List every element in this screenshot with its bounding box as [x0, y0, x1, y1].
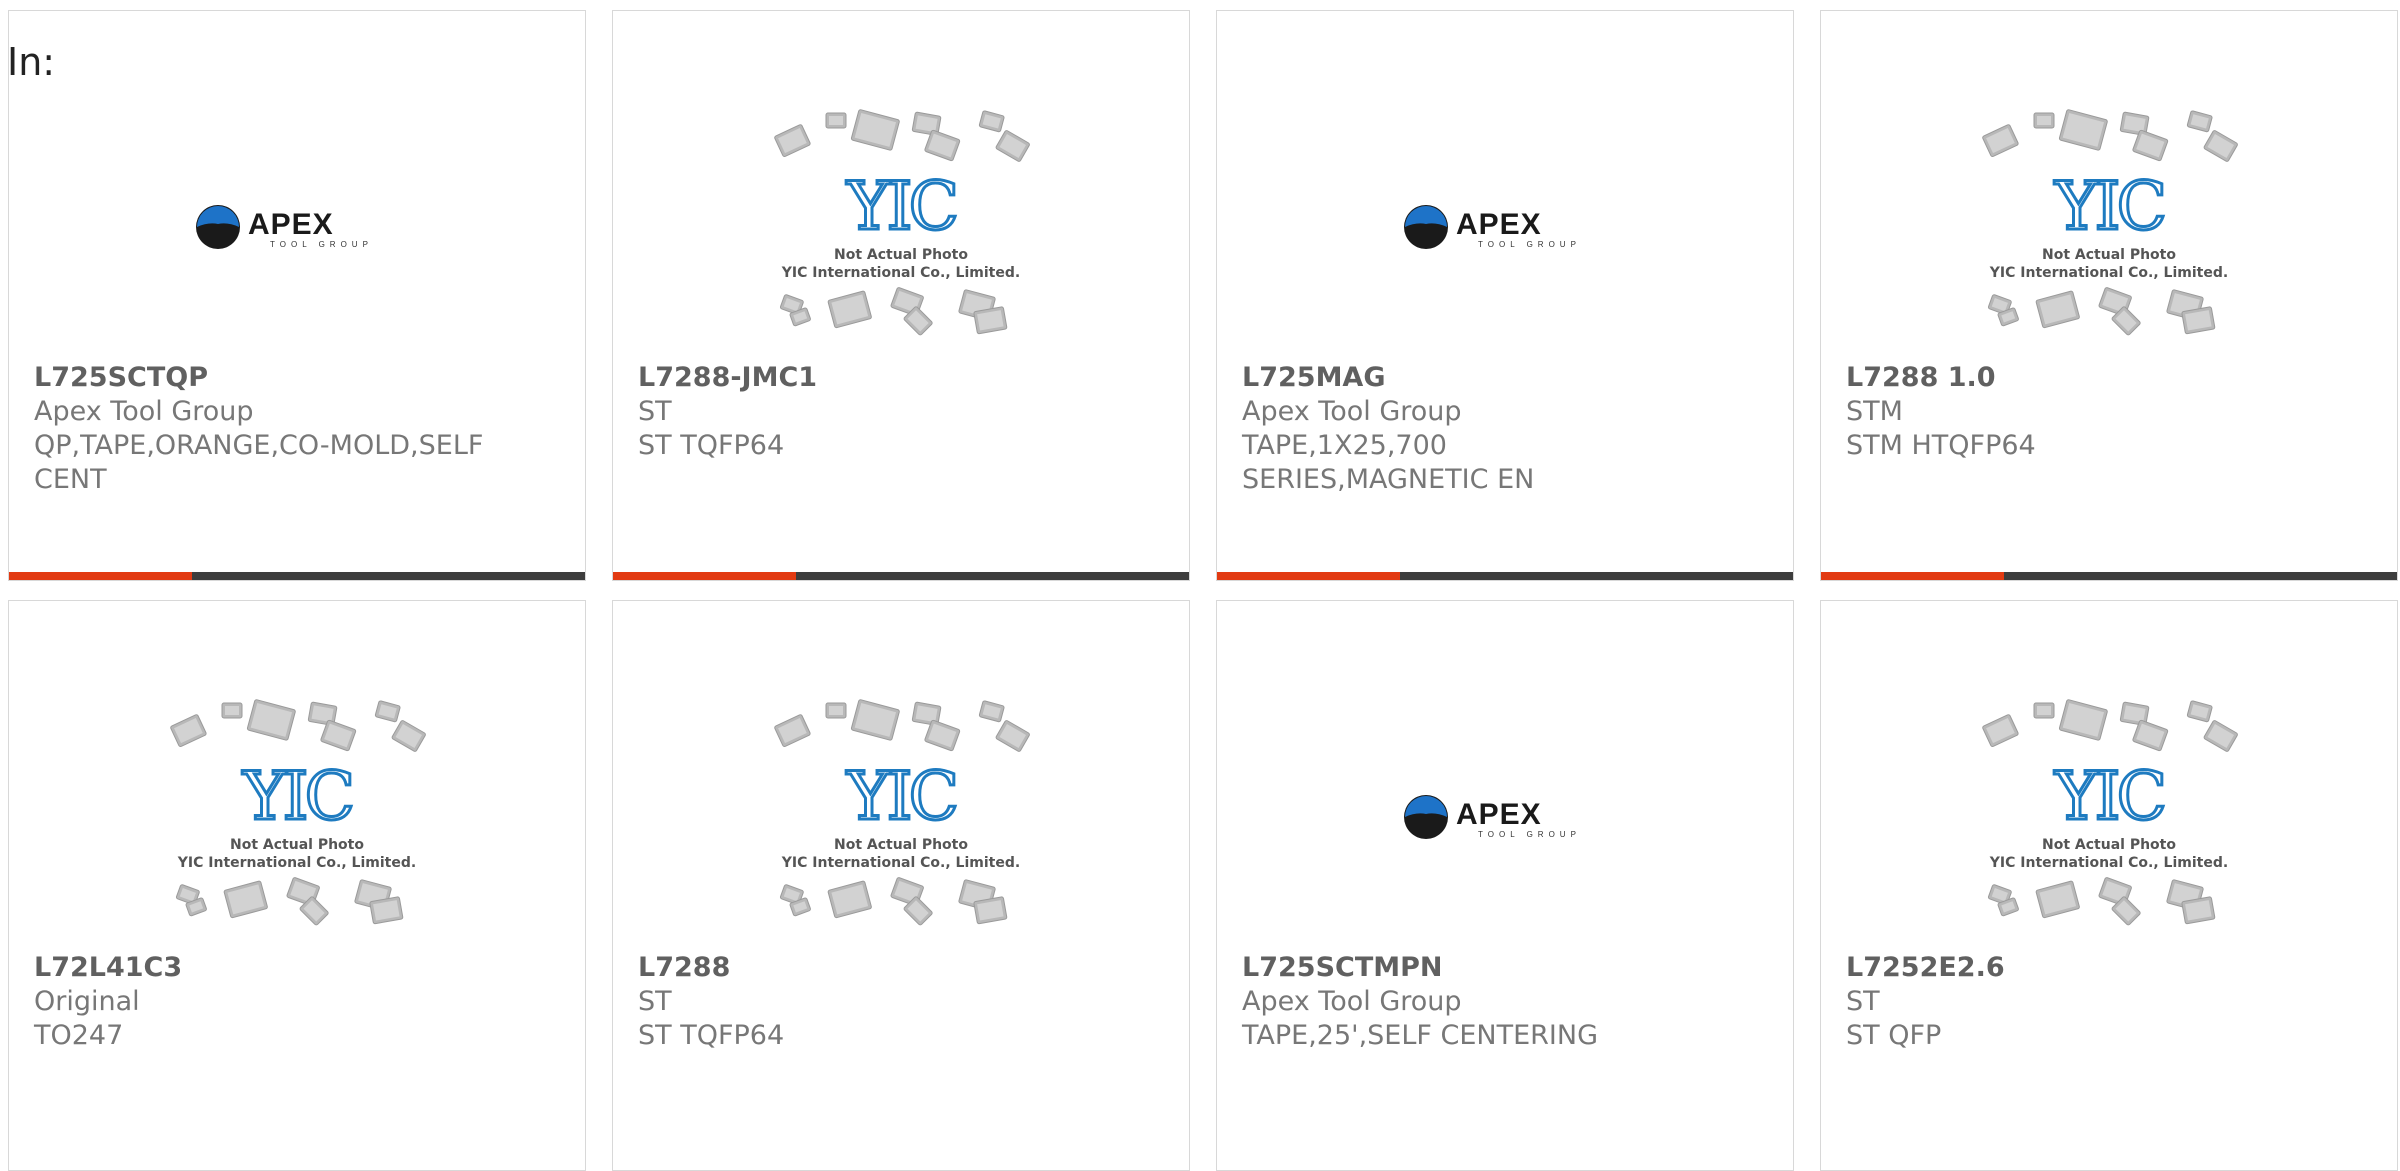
svg-text:YIC: YIC — [846, 168, 956, 245]
product-grid: APEX TOOL GROUP L725SCTQP Apex Tool Grou… — [0, 0, 2400, 1171]
description: ST TQFP64 — [638, 430, 785, 461]
svg-text:YIC: YIC — [2054, 168, 2164, 245]
page-label: In: — [7, 40, 56, 84]
product-card[interactable]: YIC Not Actual Photo YIC International C… — [1820, 600, 2398, 1171]
description: TO247 — [34, 1020, 124, 1051]
product-image[interactable]: YIC Not Actual Photo YIC International C… — [613, 99, 1189, 354]
manufacturer: Apex Tool Group — [1242, 986, 1462, 1017]
svg-text:YIC International Co., Limited: YIC International Co., Limited. — [781, 265, 1020, 281]
card-accent-bar-fill — [1217, 572, 1400, 580]
apex-tool-group-logo: APEX TOOL GROUP — [196, 204, 373, 249]
not-actual-photo-placeholder-image: YIC Not Actual Photo YIC International C… — [170, 699, 426, 926]
product-card[interactable]: APEX TOOL GROUP L725MAG Apex Tool Group … — [1216, 10, 1794, 581]
card-accent-bar-fill — [1821, 572, 2004, 580]
svg-text:YIC: YIC — [242, 758, 352, 835]
svg-text:APEX: APEX — [248, 208, 334, 241]
not-actual-photo-placeholder-image: YIC Not Actual Photo YIC International C… — [774, 699, 1030, 926]
svg-text:Not Actual Photo: Not Actual Photo — [834, 837, 968, 853]
svg-text:YIC: YIC — [846, 758, 956, 835]
description: ST QFP — [1846, 1020, 1942, 1051]
svg-text:TOOL GROUP: TOOL GROUP — [1478, 830, 1581, 839]
manufacturer: ST — [638, 986, 672, 1017]
product-card[interactable]: YIC Not Actual Photo YIC International C… — [8, 600, 586, 1171]
card-accent-bar — [1217, 572, 1793, 580]
not-actual-photo-placeholder-image: YIC Not Actual Photo YIC International C… — [1982, 109, 2238, 336]
description: QP,TAPE,ORANGE,CO-MOLD,SELF CENT — [34, 430, 484, 495]
card-accent-bar-fill — [613, 572, 796, 580]
svg-text:YIC International Co., Limited: YIC International Co., Limited. — [1989, 265, 2228, 281]
svg-text:YIC International Co., Limited: YIC International Co., Limited. — [781, 855, 1020, 871]
product-card[interactable]: YIC Not Actual Photo YIC International C… — [612, 10, 1190, 581]
part-number[interactable]: L7288-JMC1 — [638, 361, 1169, 395]
manufacturer: Original — [34, 986, 140, 1017]
description: STM HTQFP64 — [1846, 430, 2036, 461]
product-image[interactable]: APEX TOOL GROUP — [9, 99, 585, 354]
product-card[interactable]: APEX TOOL GROUP L725SCTQP Apex Tool Grou… — [8, 10, 586, 581]
svg-text:YIC International Co., Limited: YIC International Co., Limited. — [1989, 855, 2228, 871]
card-accent-bar — [1821, 572, 2397, 580]
manufacturer: STM — [1846, 396, 1903, 427]
part-number[interactable]: L7288 — [638, 951, 1169, 985]
svg-text:APEX: APEX — [1456, 798, 1542, 831]
description: TAPE,25',SELF CENTERING — [1242, 1020, 1599, 1051]
svg-text:APEX: APEX — [1456, 208, 1542, 241]
product-image[interactable]: YIC Not Actual Photo YIC International C… — [613, 689, 1189, 944]
manufacturer: Apex Tool Group — [34, 396, 254, 427]
part-number[interactable]: L7288 1.0 — [1846, 361, 2377, 395]
product-card[interactable]: APEX TOOL GROUP L725SCTMPN Apex Tool Gro… — [1216, 600, 1794, 1171]
description: TAPE,1X25,700 SERIES,MAGNETIC EN — [1242, 430, 1535, 495]
svg-text:TOOL GROUP: TOOL GROUP — [1478, 240, 1581, 249]
product-image[interactable]: YIC Not Actual Photo YIC International C… — [1821, 99, 2397, 354]
part-number[interactable]: L725SCTQP — [34, 361, 565, 395]
part-number[interactable]: L72L41C3 — [34, 951, 565, 985]
svg-text:Not Actual Photo: Not Actual Photo — [2042, 247, 2176, 263]
part-number[interactable]: L725SCTMPN — [1242, 951, 1773, 985]
svg-text:Not Actual Photo: Not Actual Photo — [2042, 837, 2176, 853]
part-number[interactable]: L725MAG — [1242, 361, 1773, 395]
product-card[interactable]: YIC Not Actual Photo YIC International C… — [612, 600, 1190, 1171]
manufacturer: Apex Tool Group — [1242, 396, 1462, 427]
product-image[interactable]: APEX TOOL GROUP — [1217, 689, 1793, 944]
product-image[interactable]: YIC Not Actual Photo YIC International C… — [9, 689, 585, 944]
svg-text:YIC: YIC — [2054, 758, 2164, 835]
card-accent-bar — [9, 572, 585, 580]
not-actual-photo-placeholder-image: YIC Not Actual Photo YIC International C… — [774, 109, 1030, 336]
apex-tool-group-logo: APEX TOOL GROUP — [1404, 204, 1581, 249]
product-card[interactable]: YIC Not Actual Photo YIC International C… — [1820, 10, 2398, 581]
card-accent-bar — [613, 572, 1189, 580]
apex-tool-group-logo: APEX TOOL GROUP — [1404, 794, 1581, 839]
not-actual-photo-placeholder-image: YIC Not Actual Photo YIC International C… — [1982, 699, 2238, 926]
manufacturer: ST — [1846, 986, 1880, 1017]
product-image[interactable]: APEX TOOL GROUP — [1217, 99, 1793, 354]
description: ST TQFP64 — [638, 1020, 785, 1051]
manufacturer: ST — [638, 396, 672, 427]
svg-text:Not Actual Photo: Not Actual Photo — [834, 247, 968, 263]
svg-text:Not Actual Photo: Not Actual Photo — [230, 837, 364, 853]
svg-text:YIC International Co., Limited: YIC International Co., Limited. — [177, 855, 416, 871]
product-image[interactable]: YIC Not Actual Photo YIC International C… — [1821, 689, 2397, 944]
card-accent-bar-fill — [9, 572, 192, 580]
part-number[interactable]: L7252E2.6 — [1846, 951, 2377, 985]
svg-text:TOOL GROUP: TOOL GROUP — [270, 240, 373, 249]
